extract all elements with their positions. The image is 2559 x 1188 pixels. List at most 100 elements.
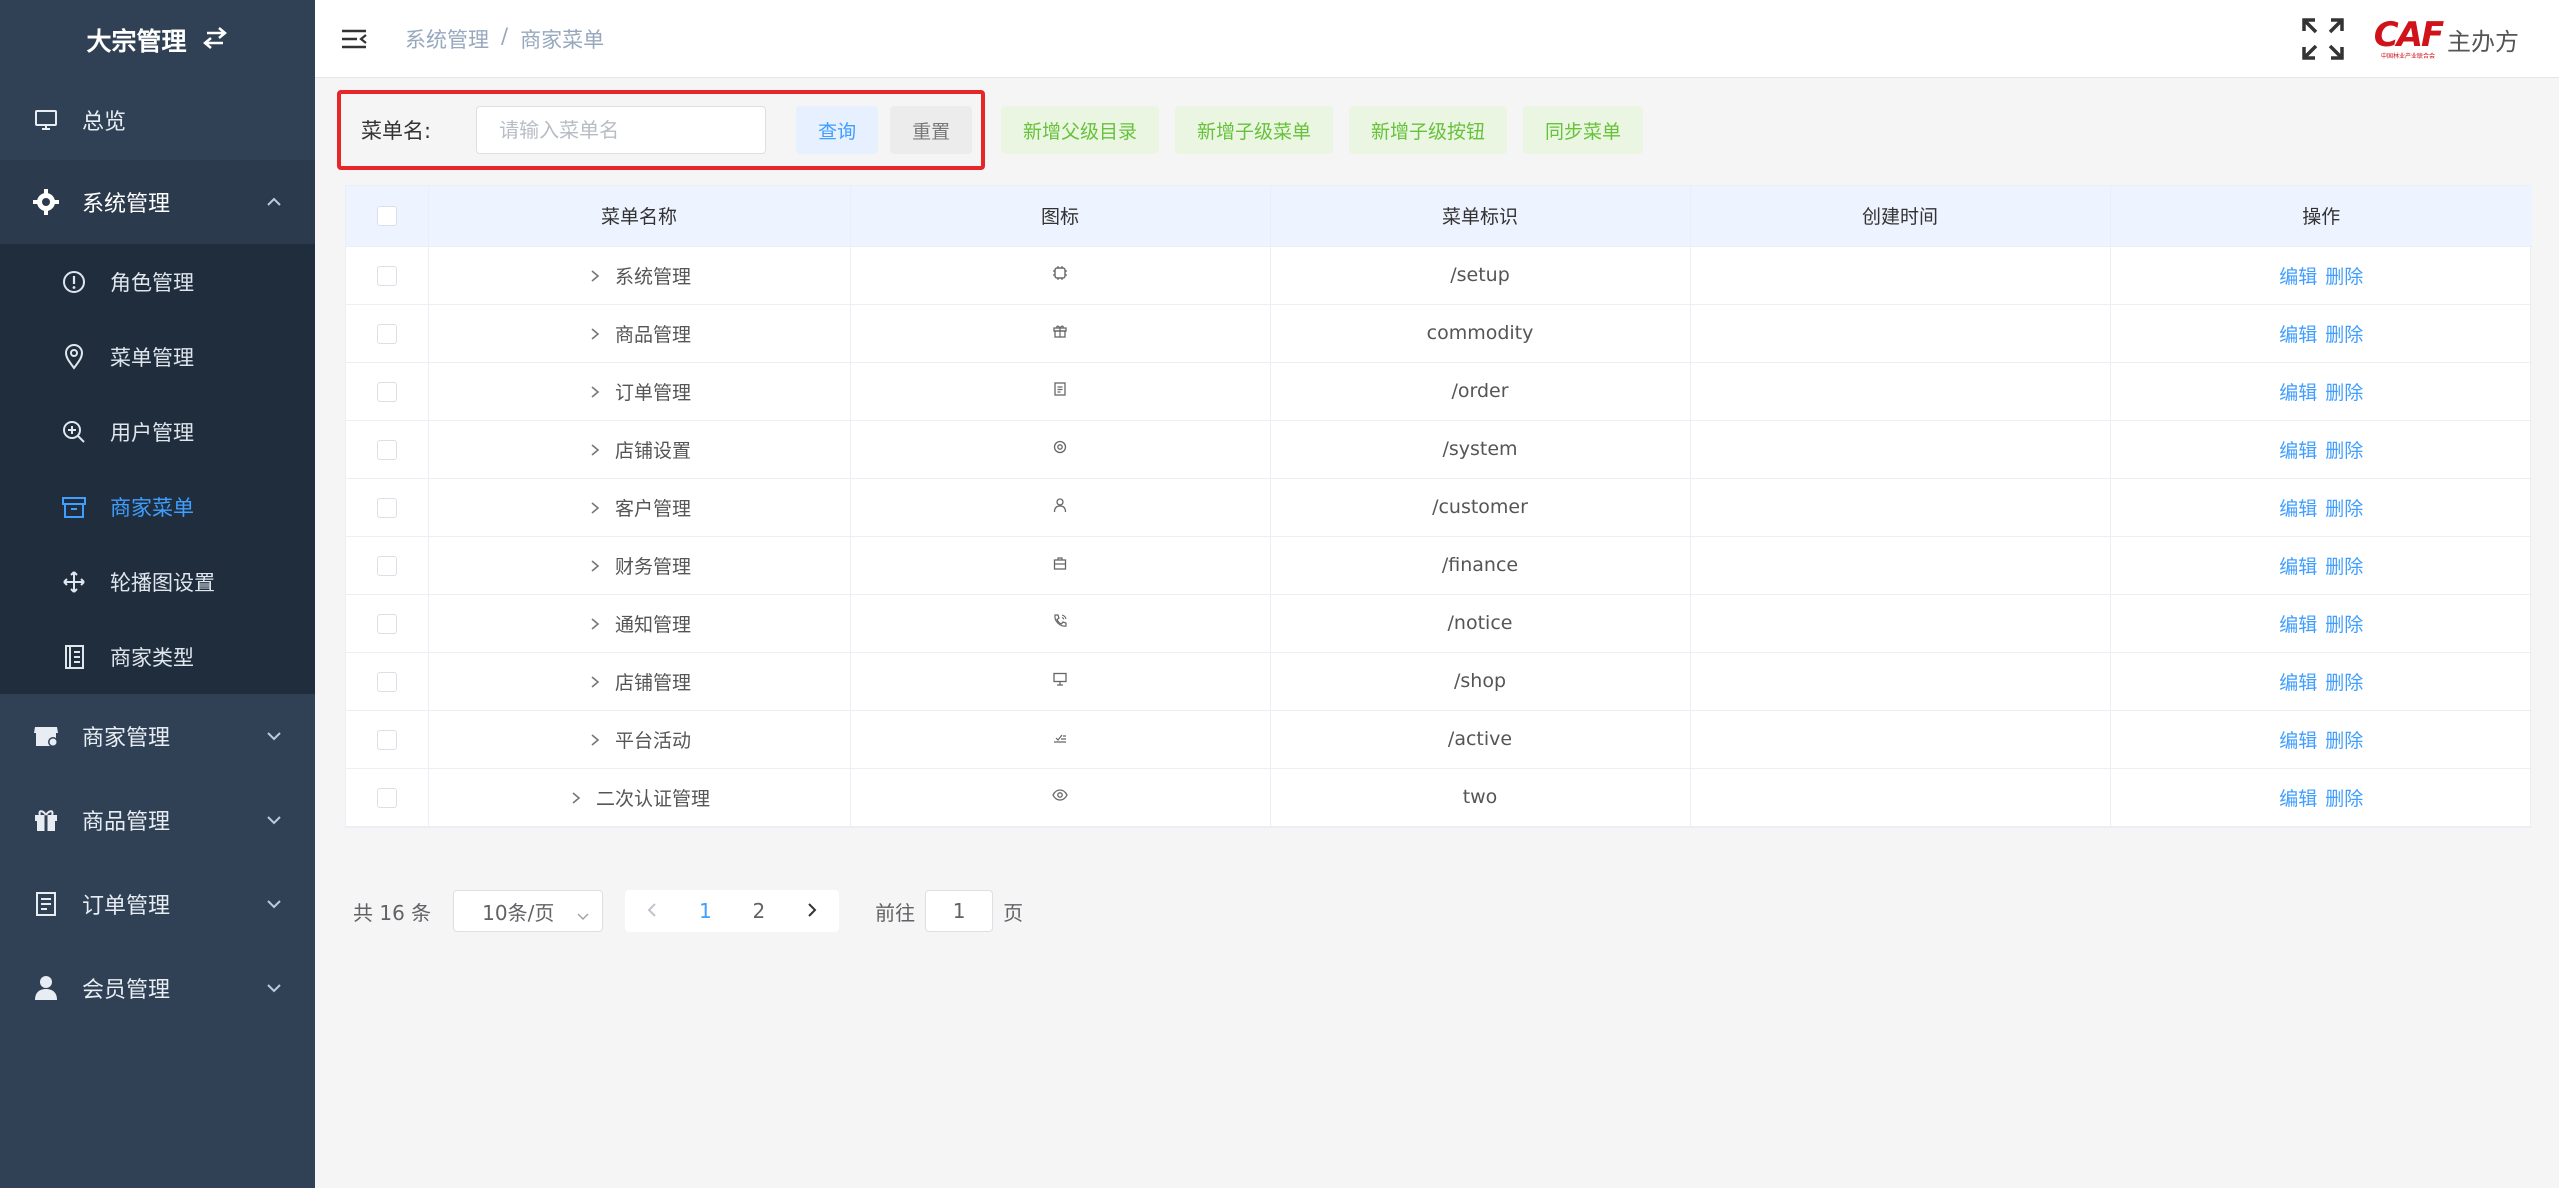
expand-chevron-icon[interactable] — [587, 324, 603, 346]
add-child-menu-button[interactable]: 新增子级菜单 — [1175, 106, 1334, 154]
page-size-select[interactable]: 10条/页 — [453, 890, 604, 932]
row-checkbox[interactable] — [376, 381, 397, 402]
expand-chevron-icon[interactable] — [587, 556, 603, 578]
breadcrumb-item[interactable]: 系统管理 — [405, 24, 489, 54]
row-checkbox[interactable] — [376, 787, 397, 808]
actions-cell: 编辑 删除 — [2110, 652, 2532, 711]
select-cell — [346, 246, 429, 305]
sidebar-item-merchant-type[interactable]: 商家类型 — [0, 619, 315, 694]
gear-icon — [32, 188, 60, 216]
sidebar-item-merchants[interactable]: 商家管理 — [0, 694, 315, 778]
page-number[interactable]: 1 — [679, 899, 733, 923]
delete-link[interactable]: 删除 — [2325, 556, 2363, 578]
menu-name: 店铺管理 — [614, 671, 691, 694]
expand-chevron-icon[interactable] — [587, 266, 603, 288]
expand-chevron-icon[interactable] — [587, 440, 603, 462]
sync-menu-button[interactable]: 同步菜单 — [1523, 106, 1644, 154]
menu-toggle-icon[interactable] — [339, 24, 369, 54]
menu-name-cell: 通知管理 — [428, 594, 851, 653]
sidebar-item-menus[interactable]: 菜单管理 — [0, 319, 315, 394]
switch-icon[interactable] — [201, 24, 229, 57]
column-header: 菜单名称 — [428, 186, 851, 247]
created-time-cell — [1690, 594, 2111, 653]
edit-link[interactable]: 编辑 — [2279, 614, 2317, 636]
goto-page-input[interactable] — [925, 890, 994, 932]
reset-button[interactable]: 重置 — [890, 106, 973, 154]
notebook-icon — [60, 643, 88, 671]
row-checkbox[interactable] — [376, 265, 397, 286]
sidebar-item-members[interactable]: 会员管理 — [0, 946, 315, 1030]
sidebar-item-roles[interactable]: 角色管理 — [0, 244, 315, 319]
query-button[interactable]: 查询 — [796, 106, 879, 154]
menu-name: 订单管理 — [614, 381, 691, 404]
icon-cell — [850, 362, 1271, 421]
select-all-cell — [346, 186, 429, 247]
row-checkbox[interactable] — [376, 555, 397, 576]
next-page-icon[interactable] — [786, 899, 840, 923]
edit-link[interactable]: 编辑 — [2279, 382, 2317, 404]
move-icon — [60, 568, 88, 596]
sidebar-item-label: 总览 — [82, 110, 127, 135]
select-all-checkbox[interactable] — [376, 206, 397, 227]
expand-chevron-icon[interactable] — [587, 614, 603, 636]
edit-link[interactable]: 编辑 — [2279, 498, 2317, 520]
expand-chevron-icon[interactable] — [587, 730, 603, 752]
logo-subtext: 中国林业产业联合会 — [2380, 53, 2435, 60]
edit-link[interactable]: 编辑 — [2279, 788, 2317, 810]
menu-key: two — [1462, 786, 1498, 808]
add-parent-directory-button[interactable]: 新增父级目录 — [1001, 106, 1160, 154]
sidebar-item-merchant-menu[interactable]: 商家菜单 — [0, 469, 315, 544]
icon-cell — [850, 478, 1271, 537]
actions-cell: 编辑 删除 — [2110, 420, 2532, 479]
expand-chevron-icon[interactable] — [587, 382, 603, 404]
gift-icon — [32, 806, 60, 834]
row-checkbox[interactable] — [376, 323, 397, 344]
menu-key: /system — [1442, 438, 1518, 460]
row-checkbox[interactable] — [376, 439, 397, 460]
prev-page-icon[interactable] — [625, 899, 679, 923]
expand-chevron-icon[interactable] — [587, 498, 603, 520]
row-checkbox[interactable] — [376, 613, 397, 634]
delete-link[interactable]: 删除 — [2325, 382, 2363, 404]
delete-link[interactable]: 删除 — [2325, 672, 2363, 694]
header-right: CAF 中国林业产业联合会 主办方 — [2301, 0, 2519, 78]
actions-cell: 编辑 删除 — [2110, 710, 2532, 769]
sidebar-item-system[interactable]: 系统管理 — [0, 160, 315, 244]
delete-link[interactable]: 删除 — [2325, 440, 2363, 462]
pagination: 共 16 条 10条/页 1 2 前往 页 — [353, 889, 1023, 933]
delete-link[interactable]: 删除 — [2325, 730, 2363, 752]
table-row: 财务管理/finance 编辑 删除 — [346, 536, 2532, 595]
sidebar-item-overview[interactable]: 总览 — [0, 80, 315, 160]
delete-link[interactable]: 删除 — [2325, 788, 2363, 810]
delete-link[interactable]: 删除 — [2325, 324, 2363, 346]
sidebar-item-carousel[interactable]: 轮播图设置 — [0, 544, 315, 619]
sidebar-item-label: 商品管理 — [82, 810, 171, 835]
edit-link[interactable]: 编辑 — [2279, 730, 2317, 752]
row-checkbox[interactable] — [376, 729, 397, 750]
sidebar-item-orders[interactable]: 订单管理 — [0, 862, 315, 946]
expand-chevron-icon[interactable] — [587, 672, 603, 694]
add-child-button-button[interactable]: 新增子级按钮 — [1349, 106, 1508, 154]
edit-link[interactable]: 编辑 — [2279, 556, 2317, 578]
fullscreen-icon[interactable] — [2301, 17, 2345, 61]
delete-link[interactable]: 删除 — [2325, 266, 2363, 288]
edit-link[interactable]: 编辑 — [2279, 266, 2317, 288]
menu-name: 系统管理 — [614, 265, 691, 288]
delete-link[interactable]: 删除 — [2325, 614, 2363, 636]
delete-link[interactable]: 删除 — [2325, 498, 2363, 520]
expand-chevron-icon[interactable] — [568, 788, 584, 810]
menu-name-cell: 客户管理 — [428, 478, 851, 537]
sidebar-item-products[interactable]: 商品管理 — [0, 778, 315, 862]
search-input[interactable] — [476, 106, 767, 154]
edit-link[interactable]: 编辑 — [2279, 324, 2317, 346]
breadcrumb: 系统管理 / 商家菜单 — [405, 24, 604, 54]
page-number[interactable]: 2 — [732, 899, 786, 923]
row-checkbox[interactable] — [376, 671, 397, 692]
actions-cell: 编辑 删除 — [2110, 768, 2532, 827]
sidebar-item-users[interactable]: 用户管理 — [0, 394, 315, 469]
row-checkbox[interactable] — [376, 497, 397, 518]
chevron-down-icon — [265, 727, 283, 745]
edit-link[interactable]: 编辑 — [2279, 440, 2317, 462]
edit-link[interactable]: 编辑 — [2279, 672, 2317, 694]
created-time-cell — [1690, 710, 2111, 769]
